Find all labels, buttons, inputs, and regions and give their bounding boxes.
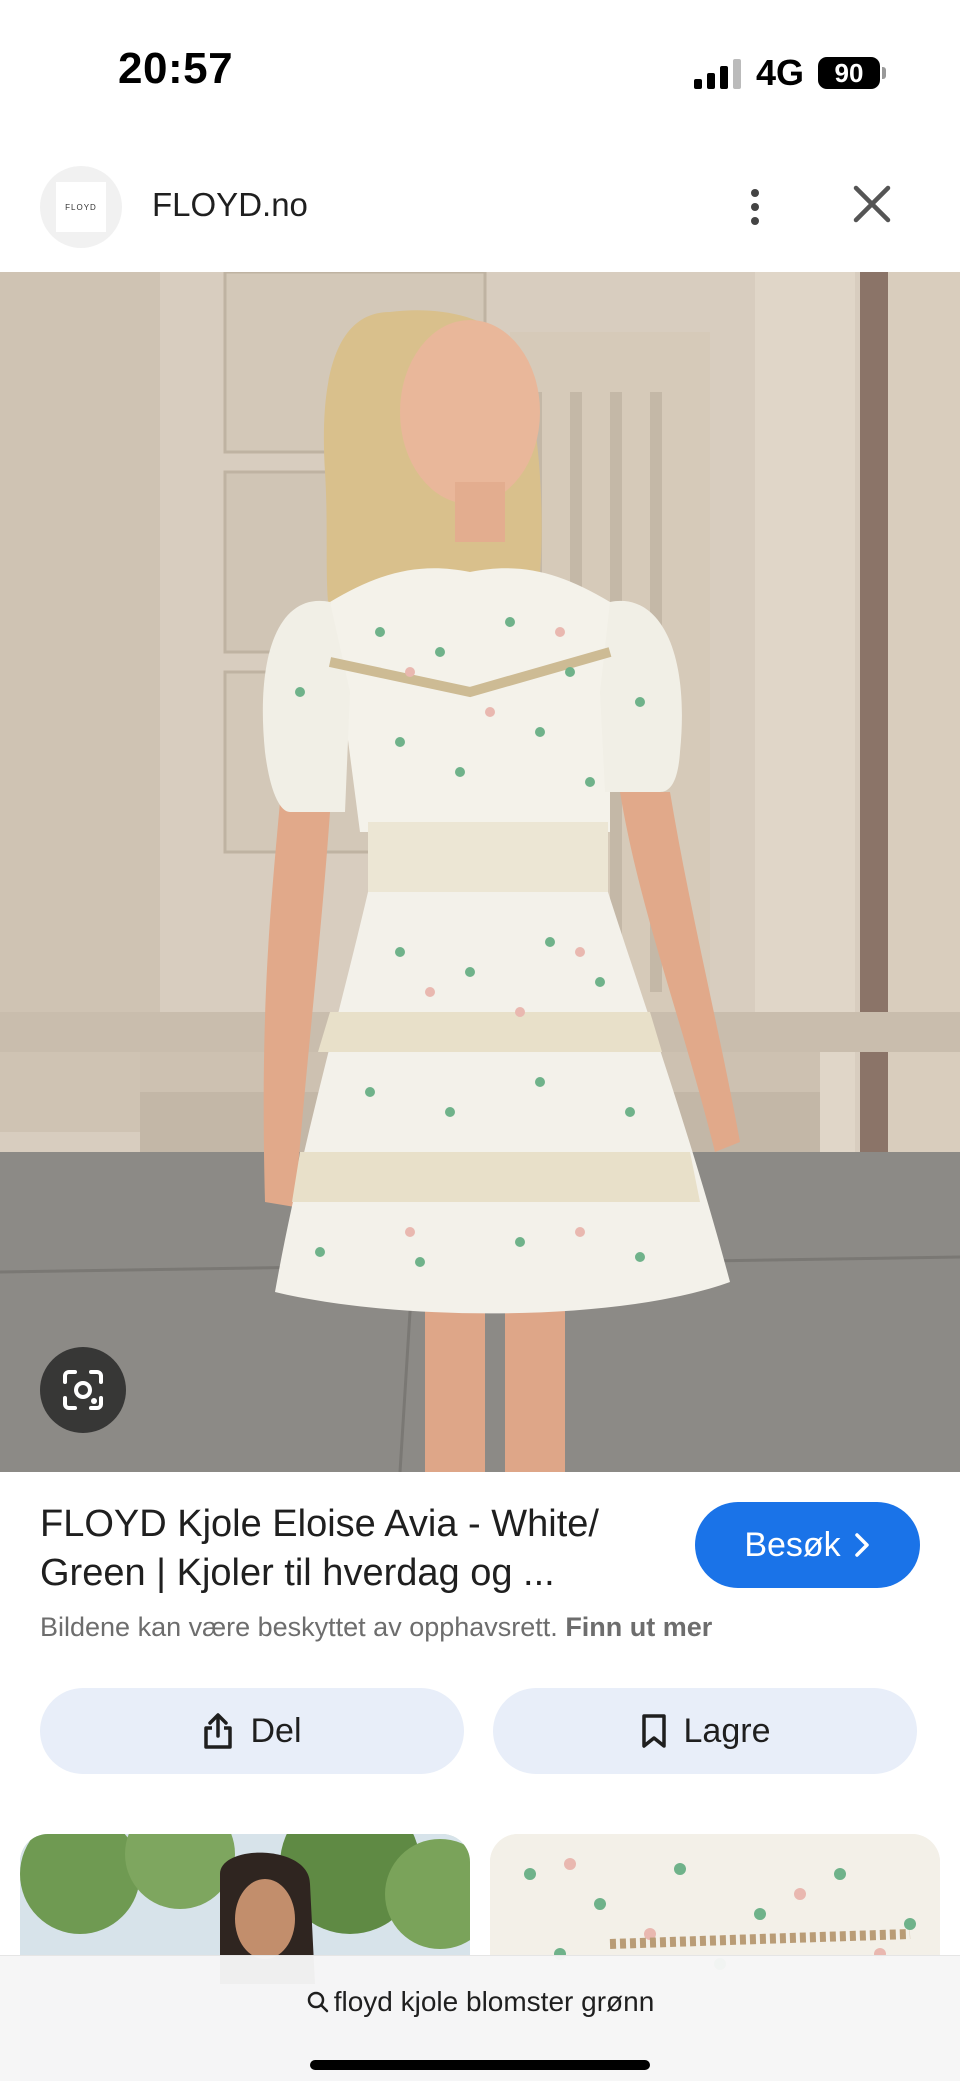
- home-indicator[interactable]: [310, 2060, 650, 2070]
- share-label: Del: [250, 1711, 302, 1750]
- more-options-button[interactable]: [738, 180, 772, 234]
- bottom-search-bar: floyd kjole blomster grønn: [0, 1955, 960, 2081]
- learn-more-link[interactable]: Finn ut mer: [565, 1612, 712, 1642]
- more-dot-icon: [751, 203, 759, 211]
- search-icon: [307, 1991, 328, 2013]
- result-title[interactable]: FLOYD Kjole Eloise Avia - White/ Green |…: [40, 1500, 640, 1598]
- battery-icon: 90: [818, 57, 886, 89]
- share-icon: [204, 1713, 233, 1749]
- site-header: FLOYD FLOYD.no: [0, 160, 960, 270]
- result-image[interactable]: [0, 272, 960, 1472]
- visit-label: Besøk: [744, 1525, 841, 1564]
- network-type: 4G: [755, 52, 804, 93]
- site-name[interactable]: FLOYD.no: [152, 186, 308, 224]
- copyright-text: Bildene kan være beskyttet av opphavsret…: [40, 1612, 558, 1642]
- chevron-right-icon: [854, 1533, 869, 1557]
- search-query: floyd kjole blomster grønn: [333, 1986, 655, 2017]
- save-label: Lagre: [683, 1711, 771, 1750]
- save-button[interactable]: Lagre: [493, 1688, 917, 1774]
- close-icon[interactable]: [850, 182, 894, 226]
- lens-search-button[interactable]: [40, 1347, 126, 1433]
- visit-button[interactable]: Besøk: [695, 1502, 920, 1588]
- more-dot-icon: [751, 189, 759, 197]
- more-dot-icon: [751, 217, 759, 225]
- search-query-pill[interactable]: floyd kjole blomster grønn: [0, 1986, 960, 2018]
- copyright-notice: Bildene kan være beskyttet av opphavsret…: [40, 1612, 712, 1643]
- cellular-signal-icon: [693, 57, 742, 89]
- bookmark-icon: [641, 1714, 666, 1748]
- status-bar: 20:57 4G 90: [0, 0, 960, 130]
- google-lens-icon: [63, 1370, 103, 1410]
- site-logo[interactable]: FLOYD: [40, 166, 122, 248]
- status-indicators: 4G 90: [693, 52, 886, 94]
- share-button[interactable]: Del: [40, 1688, 464, 1774]
- site-logo-text: FLOYD: [56, 182, 106, 232]
- dress-photo: [0, 272, 960, 1472]
- status-time: 20:57: [118, 44, 234, 93]
